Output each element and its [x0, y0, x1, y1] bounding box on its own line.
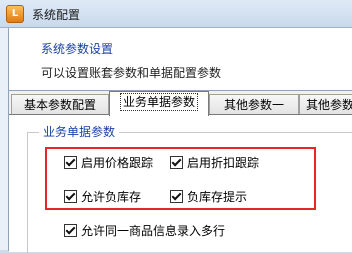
tab-strip: 基本参数配置 业务单据参数 其他参数一 其他参数	[9, 91, 352, 116]
tab-label: 其他参数一	[223, 98, 284, 112]
system-config-window: L 系统配置 系统参数设置 可以设置账套参数和单据配置参数 基本参数配置 业务单…	[0, 0, 352, 253]
title-bar: L 系统配置	[0, 0, 352, 28]
checkbox-checked-icon[interactable]	[64, 223, 77, 237]
header-title: 系统参数设置	[41, 42, 114, 56]
tab-other-params[interactable]: 其他参数	[299, 94, 352, 114]
tab-label: 基本参数配置	[23, 98, 96, 112]
checkbox-label: 允许同一商品信息录入多行	[81, 223, 226, 238]
settings-header: 系统参数设置 可以设置账套参数和单据配置参数	[8, 28, 352, 90]
tab-other-params-1[interactable]: 其他参数一	[209, 94, 299, 114]
tab-label: 其他参数	[306, 98, 352, 112]
tab-label: 业务单据参数	[119, 93, 199, 111]
tab-basic-params[interactable]: 基本参数配置	[11, 94, 109, 114]
window-title: 系统配置	[32, 8, 81, 22]
checkbox-allow-multi-line-same-item[interactable]: 允许同一商品信息录入多行	[64, 222, 225, 238]
header-description: 可以设置账套参数和单据配置参数	[41, 66, 222, 80]
app-logo-icon: L	[6, 5, 24, 23]
tab-business-doc-params[interactable]: 业务单据参数	[109, 91, 209, 116]
group-title: 业务单据参数	[39, 123, 120, 140]
highlight-annotation-box	[45, 147, 316, 210]
